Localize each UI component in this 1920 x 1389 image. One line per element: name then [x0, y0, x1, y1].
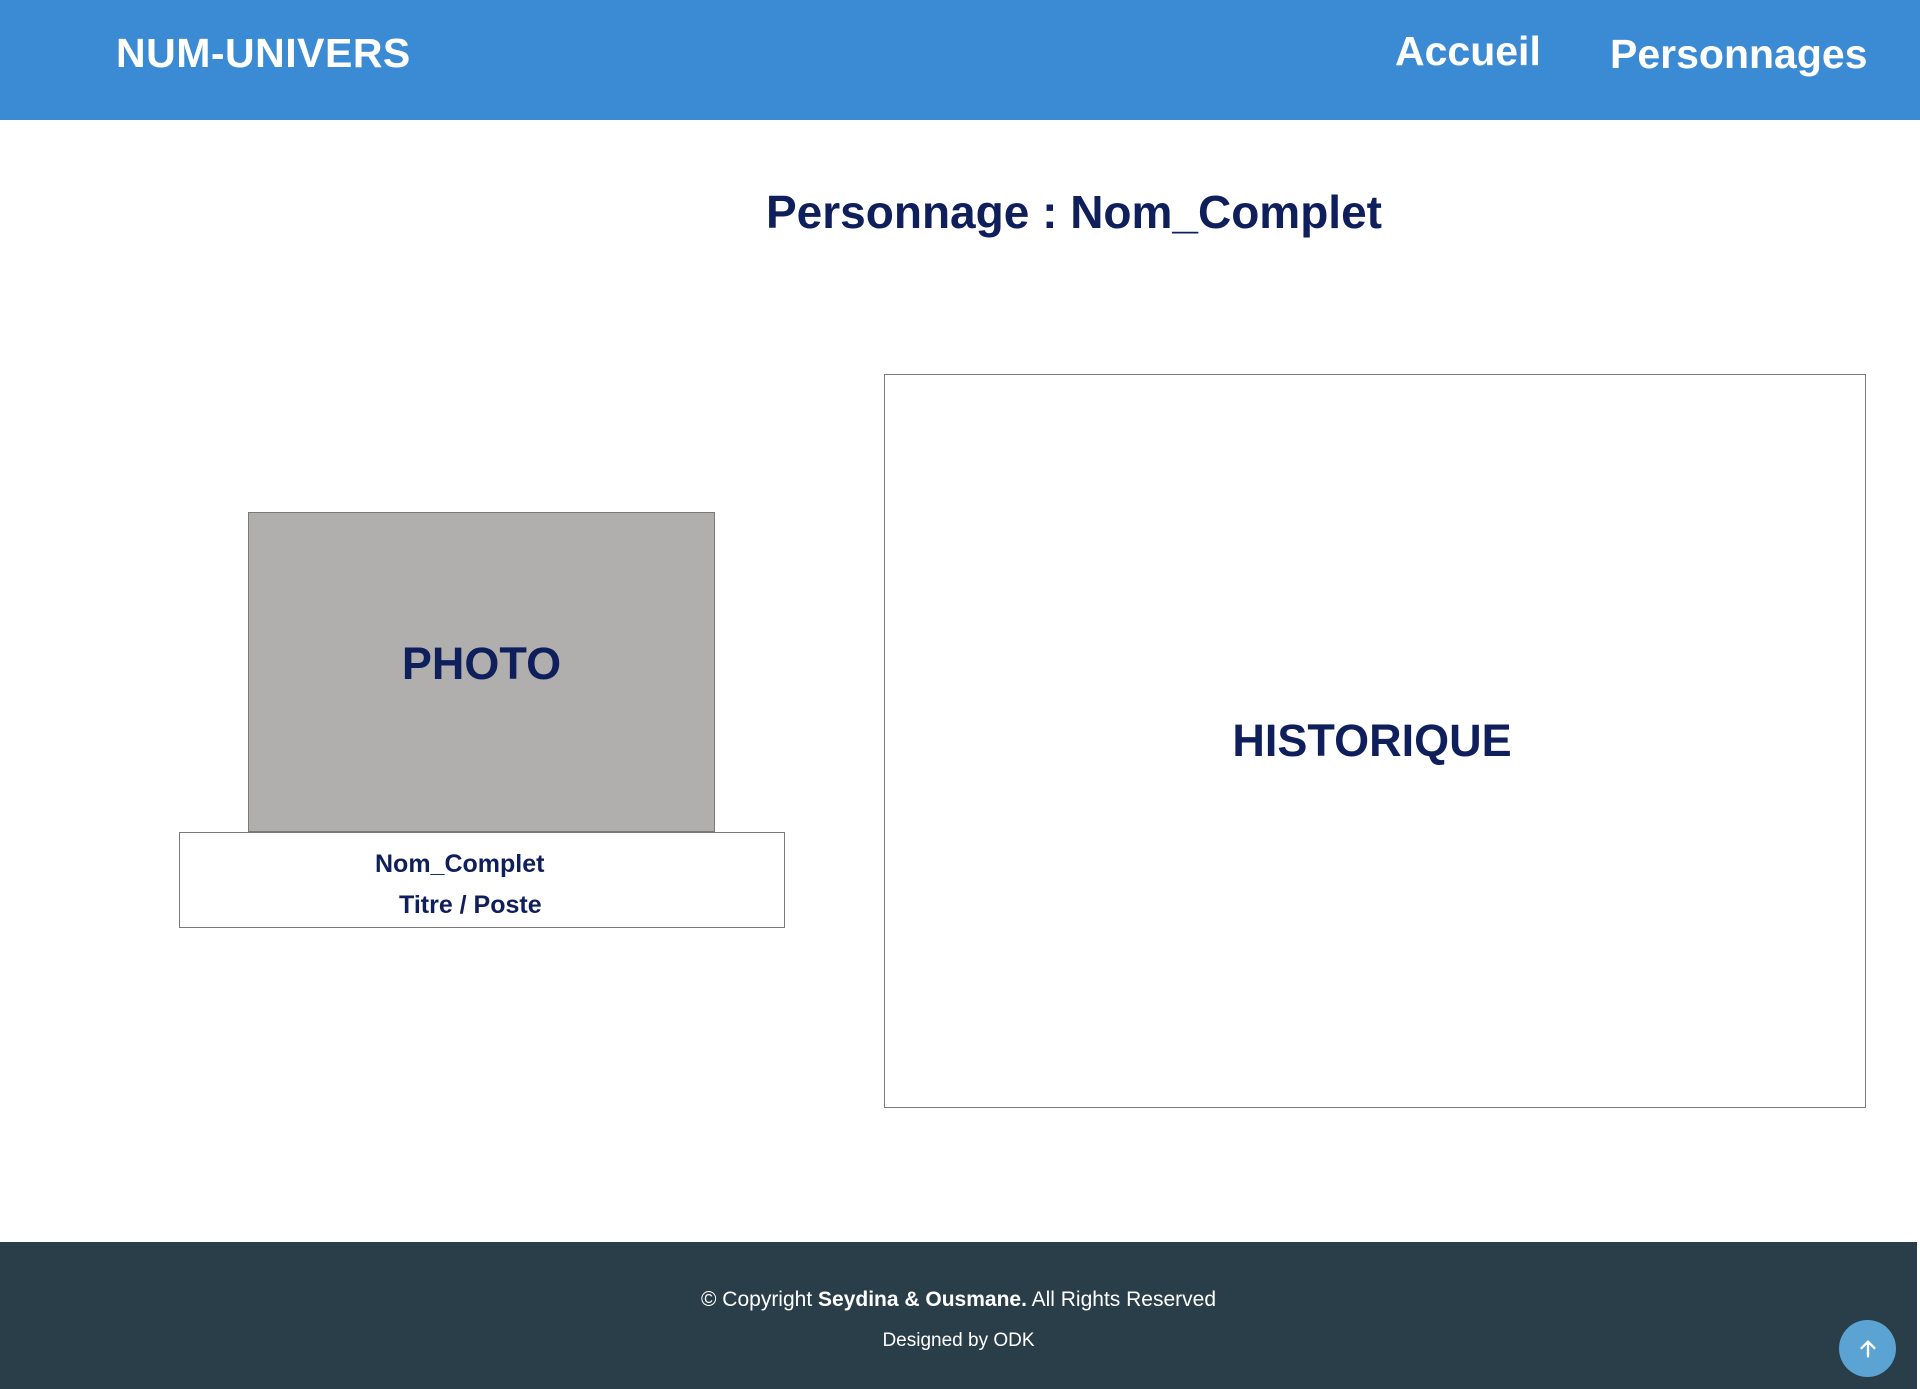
- brand-logo[interactable]: NUM-UNIVERS: [116, 28, 411, 78]
- history-placeholder-label: HISTORIQUE: [1232, 715, 1512, 766]
- copyright-suffix: All Rights Reserved: [1026, 1288, 1217, 1311]
- character-caption: Nom_Complet Titre / Poste: [179, 832, 785, 928]
- photo-placeholder-label: PHOTO: [401, 638, 562, 689]
- character-name: Nom_Complet: [375, 850, 545, 878]
- copyright-owner: Seydina & Ousmane.: [818, 1288, 1027, 1311]
- back-to-top-button[interactable]: [1839, 1320, 1896, 1377]
- footer-designed-by: Designed by ODK: [882, 1330, 1035, 1351]
- character-photo: PHOTO: [248, 512, 715, 832]
- site-header: NUM-UNIVERS Accueil Personnages: [0, 0, 1920, 120]
- page-title: Personnage : Nom_Complet: [766, 186, 1382, 238]
- nav-link-home[interactable]: Accueil: [1395, 26, 1541, 76]
- footer-copyright: © Copyright Seydina & Ousmane. All Right…: [0, 1286, 1917, 1314]
- arrow-up-icon: [1859, 1339, 1876, 1358]
- copyright-prefix: © Copyright: [700, 1288, 819, 1311]
- history-panel: HISTORIQUE: [884, 374, 1866, 1108]
- nav-link-characters[interactable]: Personnages: [1610, 29, 1868, 79]
- character-role: Titre / Poste: [399, 891, 542, 919]
- site-footer: © Copyright Seydina & Ousmane. All Right…: [0, 1242, 1917, 1389]
